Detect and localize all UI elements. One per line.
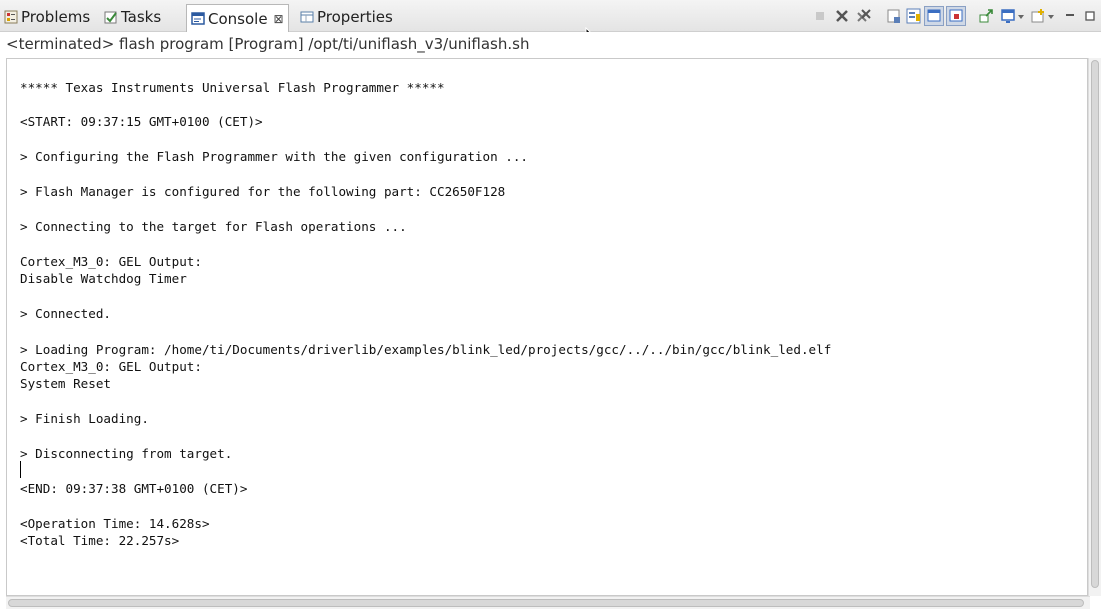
problems-icon bbox=[4, 10, 18, 24]
console-line: > Finish Loading. bbox=[20, 411, 149, 426]
tab-problems[interactable]: Problems bbox=[4, 6, 90, 28]
tab-label: Problems bbox=[21, 8, 91, 26]
tab-label: Tasks bbox=[121, 8, 162, 26]
horizontal-scrollbar-thumb[interactable] bbox=[8, 599, 1084, 607]
horizontal-scrollbar[interactable] bbox=[6, 596, 1090, 609]
vertical-scrollbar-thumb[interactable] bbox=[1091, 60, 1099, 588]
console-line: > Flash Manager is configured for the fo… bbox=[20, 184, 506, 199]
console-line: > Disconnecting from target. bbox=[20, 446, 233, 461]
open-console-icon[interactable] bbox=[1030, 8, 1046, 24]
console-line: <Total Time: 22.257s> bbox=[20, 533, 180, 548]
view-tab-bar: Problems Tasks Console ⊠ Properties bbox=[0, 0, 1101, 32]
minimize-icon[interactable] bbox=[1062, 8, 1078, 24]
console-line: <START: 09:37:15 GMT+0100 (CET)> bbox=[20, 114, 263, 129]
console-line: > Connected. bbox=[20, 306, 111, 321]
console-process-title: <terminated> flash program [Program] /op… bbox=[0, 32, 1101, 58]
terminate-icon[interactable] bbox=[812, 8, 828, 24]
tab-properties[interactable]: Properties bbox=[300, 6, 393, 28]
clear-console-icon[interactable] bbox=[886, 8, 902, 24]
remove-launch-icon[interactable] bbox=[834, 8, 850, 24]
chevron-down-icon[interactable] bbox=[1046, 8, 1056, 24]
maximize-icon[interactable] bbox=[1082, 8, 1098, 24]
console-line: > Configuring the Flash Programmer with … bbox=[20, 149, 528, 164]
console-line: System Reset bbox=[20, 376, 111, 391]
console-line: <Operation Time: 14.628s> bbox=[20, 516, 210, 531]
console-line: ***** Texas Instruments Universal Flash … bbox=[20, 80, 445, 95]
console-line: > Loading Program: /home/ti/Documents/dr… bbox=[20, 342, 832, 357]
console-line: <END: 09:37:38 GMT+0100 (CET)> bbox=[20, 481, 248, 496]
scroll-lock-icon[interactable] bbox=[906, 8, 922, 24]
console-line: Disable Watchdog Timer bbox=[20, 271, 187, 286]
console-line: > Connecting to the target for Flash ope… bbox=[20, 219, 407, 234]
remove-all-terminated-icon[interactable] bbox=[856, 8, 872, 24]
text-caret bbox=[20, 461, 21, 478]
display-console-icon[interactable] bbox=[1000, 8, 1016, 24]
console-icon bbox=[191, 11, 205, 26]
tab-label: Console bbox=[208, 9, 268, 28]
vertical-scrollbar[interactable] bbox=[1088, 58, 1101, 596]
close-icon[interactable]: ⊠ bbox=[274, 12, 284, 26]
tab-console[interactable]: Console ⊠ bbox=[186, 4, 289, 32]
tab-tasks[interactable]: Tasks bbox=[104, 6, 161, 28]
show-on-stderr-icon[interactable] bbox=[946, 6, 966, 26]
tasks-icon bbox=[104, 10, 118, 24]
pin-console-icon[interactable] bbox=[978, 8, 994, 24]
console-line: Cortex_M3_0: GEL Output: bbox=[20, 254, 202, 269]
console-output[interactable]: ***** Texas Instruments Universal Flash … bbox=[6, 58, 1088, 596]
chevron-down-icon[interactable] bbox=[1016, 8, 1026, 24]
properties-icon bbox=[300, 10, 314, 24]
console-line: Cortex_M3_0: GEL Output: bbox=[20, 359, 202, 374]
tab-label: Properties bbox=[317, 8, 393, 26]
show-on-stdout-icon[interactable] bbox=[924, 6, 944, 26]
